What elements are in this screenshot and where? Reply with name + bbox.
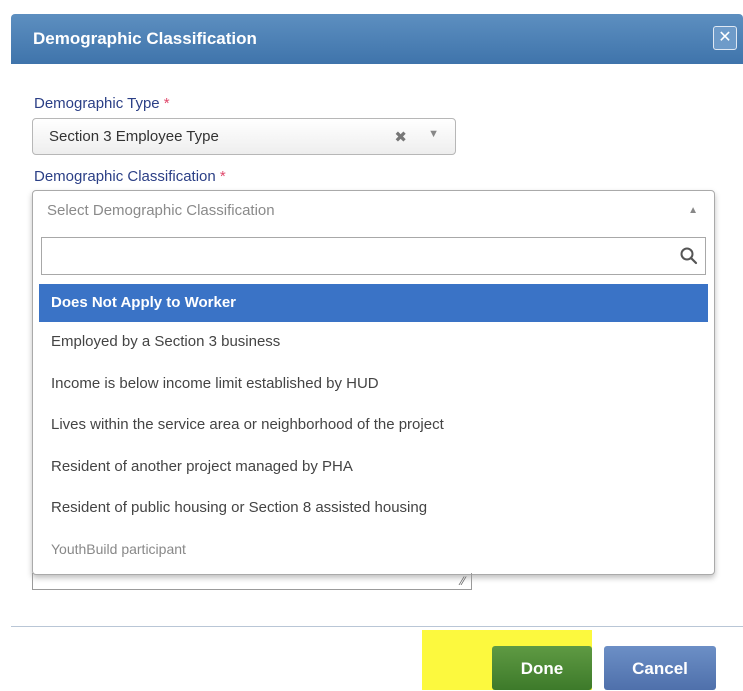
demographic-type-value: Section 3 Employee Type bbox=[49, 128, 219, 145]
resize-grip-icon[interactable]: ⁄⁄ bbox=[461, 574, 465, 588]
search-icon bbox=[680, 247, 698, 265]
done-button[interactable]: Done bbox=[492, 646, 592, 690]
option-employed-section3-business[interactable]: Employed by a Section 3 business bbox=[39, 323, 708, 361]
demographic-classification-dropdown[interactable]: Select Demographic Classification ▲ Does… bbox=[32, 190, 715, 575]
dialog-title: Demographic Classification bbox=[33, 29, 257, 48]
demographic-type-label: Demographic Type * bbox=[34, 95, 170, 112]
classification-placeholder: Select Demographic Classification bbox=[47, 202, 275, 219]
demographic-type-select[interactable]: Section 3 Employee Type ✖ ▼ bbox=[32, 118, 456, 155]
option-resident-another-project[interactable]: Resident of another project managed by P… bbox=[39, 448, 708, 486]
dropdown-search-input[interactable] bbox=[41, 237, 706, 275]
chevron-up-icon[interactable]: ▲ bbox=[688, 205, 698, 216]
demographic-classification-label: Demographic Classification * bbox=[34, 168, 226, 185]
demographic-classification-select[interactable]: Select Demographic Classification ▲ bbox=[33, 191, 714, 233]
cancel-button[interactable]: Cancel bbox=[604, 646, 716, 690]
footer-divider bbox=[11, 626, 743, 627]
notes-textarea[interactable]: ⁄⁄ bbox=[32, 573, 472, 590]
option-lives-within-service-area[interactable]: Lives within the service area or neighbo… bbox=[39, 406, 708, 444]
option-youthbuild-participant[interactable]: YouthBuild participant bbox=[39, 530, 708, 568]
chevron-down-icon[interactable]: ▼ bbox=[428, 128, 439, 140]
clear-icon[interactable]: ✖ bbox=[394, 128, 407, 146]
dialog-title-bar: Demographic Classification ✕ bbox=[11, 14, 743, 64]
option-income-below-limit[interactable]: Income is below income limit established… bbox=[39, 365, 708, 403]
close-icon[interactable]: ✕ bbox=[713, 26, 737, 50]
option-does-not-apply[interactable]: Does Not Apply to Worker bbox=[39, 284, 708, 322]
option-resident-public-housing[interactable]: Resident of public housing or Section 8 … bbox=[39, 489, 708, 527]
